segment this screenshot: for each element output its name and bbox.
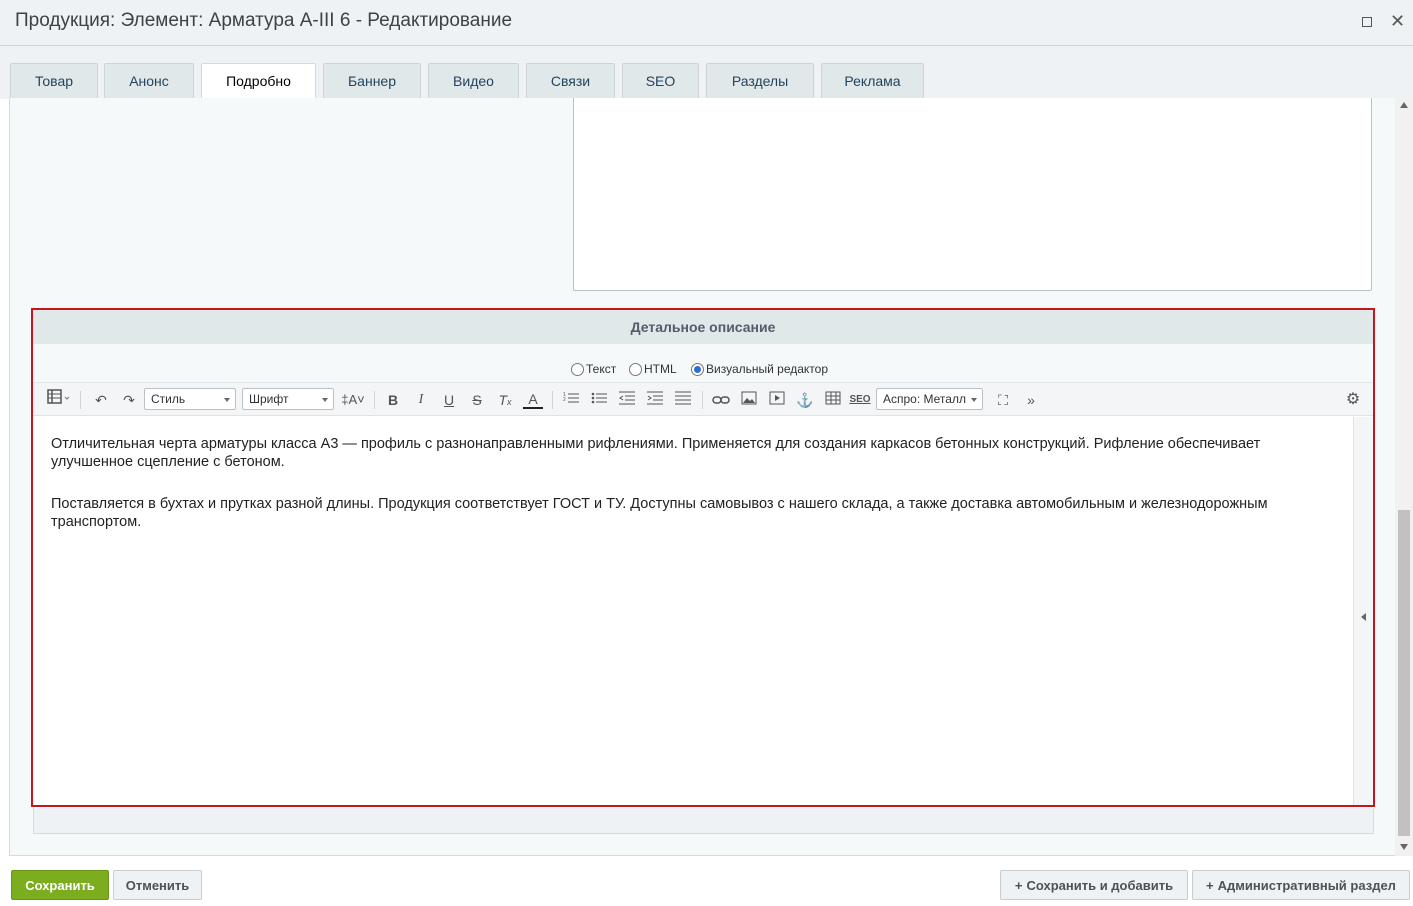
font-size-icon[interactable]: ‡A˅: [340, 389, 366, 411]
editor-resize-bar[interactable]: [33, 808, 1374, 834]
vertical-scrollbar[interactable]: [1395, 98, 1413, 856]
tab-svyazi[interactable]: Связи: [526, 63, 615, 99]
settings-gear-icon[interactable]: ⚙: [1343, 389, 1363, 411]
bullet-list-icon[interactable]: [589, 389, 609, 411]
tab-razdely[interactable]: Разделы: [706, 63, 814, 99]
editor-toolbar: ↶ ↷ Стиль Шрифт ‡A˅ B I U S Tx A 12 ⚓ SE…: [33, 382, 1373, 416]
video-icon[interactable]: [767, 389, 787, 411]
detail-description-block: Детальное описание Текст HTML Визуальный…: [31, 308, 1375, 807]
anchor-icon[interactable]: ⚓: [795, 389, 815, 411]
align-icon[interactable]: [673, 389, 693, 411]
detail-description-header: Детальное описание: [33, 310, 1373, 344]
template-select-label: Аспро: Металл: [883, 392, 966, 406]
tab-podrobno[interactable]: Подробно: [201, 63, 316, 100]
window-titlebar: Продукция: Элемент: Арматура А-III 6 - Р…: [0, 0, 1413, 46]
radio-text[interactable]: [571, 362, 584, 376]
tabs-bar: Товар Анонс Подробно Баннер Видео Связи …: [0, 46, 1413, 100]
mode-text-label: Текст: [586, 362, 617, 376]
font-select[interactable]: Шрифт: [242, 388, 334, 410]
font-select-label: Шрифт: [249, 392, 289, 406]
fullscreen-icon[interactable]: ⛶: [993, 389, 1013, 411]
plus-icon: +: [1206, 878, 1214, 893]
tab-video[interactable]: Видео: [428, 63, 519, 99]
tab-anons[interactable]: Анонс: [104, 63, 194, 99]
save-and-add-label: Сохранить и добавить: [1026, 878, 1174, 893]
more-icon[interactable]: »: [1021, 389, 1041, 411]
radio-visual[interactable]: [691, 362, 704, 376]
underline-icon[interactable]: U: [439, 389, 459, 411]
content-paragraph: Отличительная черта арматуры класса А3 —…: [51, 436, 1261, 470]
visual-editor-content[interactable]: Отличительная черта арматуры класса А3 —…: [33, 417, 1353, 805]
scrollbar-thumb[interactable]: [1398, 510, 1410, 836]
table-icon[interactable]: [823, 389, 843, 411]
plus-icon: +: [1014, 878, 1023, 893]
preview-text-area[interactable]: [573, 98, 1372, 291]
radio-html[interactable]: [629, 362, 642, 376]
font-color-icon[interactable]: A: [523, 389, 543, 409]
mode-html-label: HTML: [644, 362, 677, 376]
scroll-down-icon[interactable]: [1400, 844, 1408, 850]
template-select[interactable]: Аспро: Металл: [876, 388, 983, 410]
style-select-label: Стиль: [151, 392, 186, 406]
window-title: Продукция: Элемент: Арматура А-III 6 - Р…: [15, 10, 513, 31]
indent-icon[interactable]: [645, 389, 665, 411]
tab-reklama[interactable]: Реклама: [821, 63, 924, 99]
mode-visual-option[interactable]: Визуальный редактор: [691, 362, 828, 376]
tab-seo[interactable]: SEO: [622, 63, 699, 99]
scroll-up-icon[interactable]: [1400, 102, 1408, 108]
maximize-icon[interactable]: [1362, 17, 1372, 27]
content-paragraph: Поставляется в бухтах и прутках разной д…: [51, 496, 1268, 530]
save-and-add-button[interactable]: + Сохранить и добавить: [1000, 870, 1188, 900]
remove-format-icon[interactable]: Tx: [495, 389, 515, 411]
view-mode-icon[interactable]: [45, 389, 73, 411]
save-button[interactable]: Сохранить: [11, 870, 109, 900]
style-select[interactable]: Стиль: [144, 388, 236, 410]
collapse-arrow-icon[interactable]: [1361, 613, 1366, 621]
mode-text-option[interactable]: Текст: [571, 362, 616, 376]
image-icon[interactable]: [739, 389, 759, 411]
redo-icon[interactable]: ↷: [119, 389, 139, 411]
admin-section-label: Административный раздел: [1217, 878, 1396, 893]
admin-section-button[interactable]: + Административный раздел: [1192, 870, 1410, 900]
strikethrough-icon[interactable]: S: [467, 389, 487, 411]
bold-icon[interactable]: B: [383, 389, 403, 411]
tab-tovar[interactable]: Товар: [10, 63, 98, 99]
editor-side-panel-toggle[interactable]: [1353, 417, 1373, 805]
ordered-list-icon[interactable]: 12: [561, 389, 581, 411]
undo-icon[interactable]: ↶: [91, 389, 111, 411]
seo-icon[interactable]: SEO: [849, 389, 871, 411]
svg-text:2: 2: [563, 397, 566, 403]
tab-banner[interactable]: Баннер: [323, 63, 421, 99]
italic-icon[interactable]: I: [411, 389, 431, 411]
form-footer: Сохранить Отменить + Сохранить и добавить…: [0, 856, 1413, 906]
link-icon[interactable]: [710, 389, 732, 411]
outdent-icon[interactable]: [617, 389, 637, 411]
mode-visual-label: Визуальный редактор: [706, 362, 829, 376]
editor-mode-selector: Текст HTML Визуальный редактор: [33, 344, 1373, 384]
cancel-button[interactable]: Отменить: [113, 870, 202, 900]
close-icon[interactable]: ✕: [1390, 11, 1405, 32]
mode-html-option[interactable]: HTML: [629, 362, 677, 376]
